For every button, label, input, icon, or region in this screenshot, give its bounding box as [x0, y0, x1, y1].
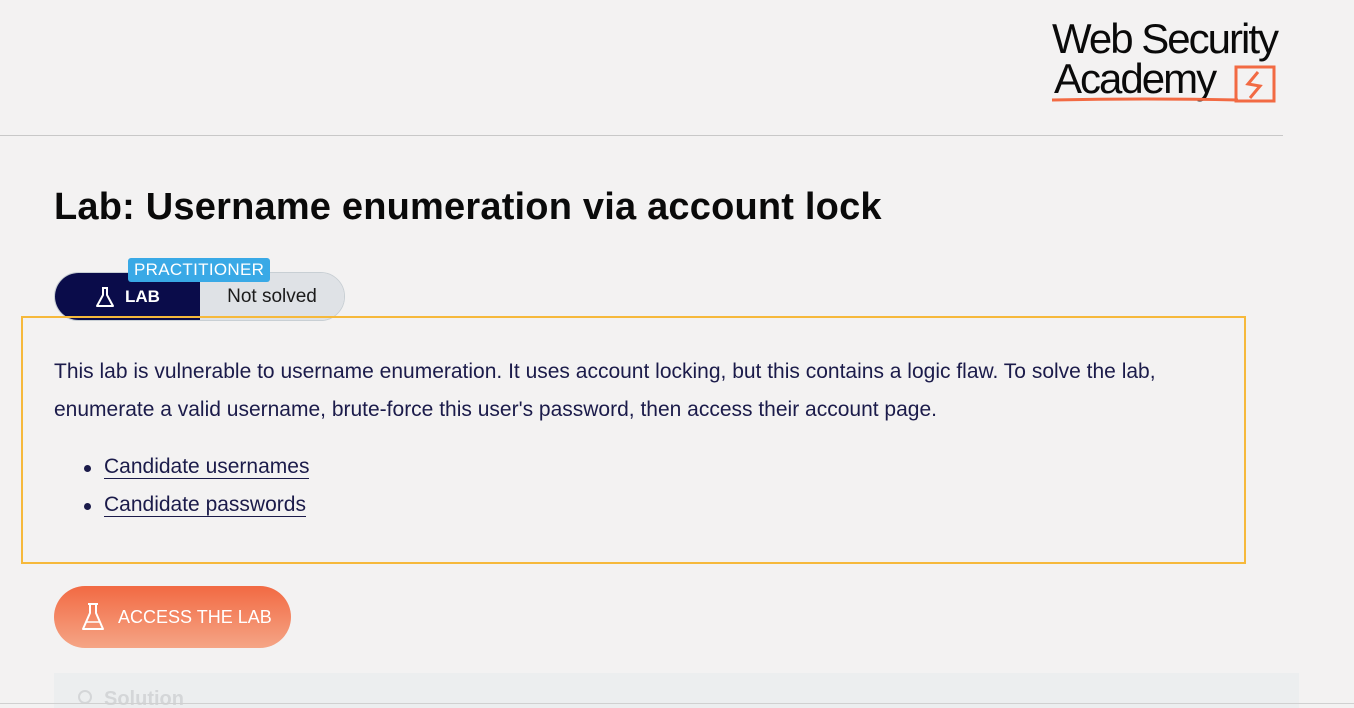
list-item: Candidate usernames [84, 448, 310, 486]
lab-description: This lab is vulnerable to username enume… [54, 360, 1156, 421]
header-divider [0, 135, 1283, 136]
logo-text-line1[interactable]: Web Security [1052, 18, 1279, 60]
bottom-divider [0, 703, 1354, 704]
flask-icon [96, 286, 115, 307]
difficulty-tag: PRACTITIONER [128, 258, 271, 282]
candidate-usernames-link[interactable]: Candidate usernames [104, 455, 310, 479]
lab-type-label: LAB [125, 286, 160, 306]
solution-icon [78, 690, 92, 704]
access-lab-label: ACCESS THE LAB [118, 606, 272, 627]
burp-lightning-icon [1051, 65, 1276, 103]
solution-label[interactable]: Solution [104, 688, 184, 708]
candidate-passwords-link[interactable]: Candidate passwords [104, 493, 306, 517]
resource-links: Candidate usernames Candidate passwords [84, 448, 310, 524]
access-lab-button[interactable]: ACCESS THE LAB [54, 586, 291, 648]
list-item: Candidate passwords [84, 486, 309, 524]
page-title: Lab: Username enumeration via account lo… [54, 186, 882, 228]
flask-icon [82, 603, 104, 630]
